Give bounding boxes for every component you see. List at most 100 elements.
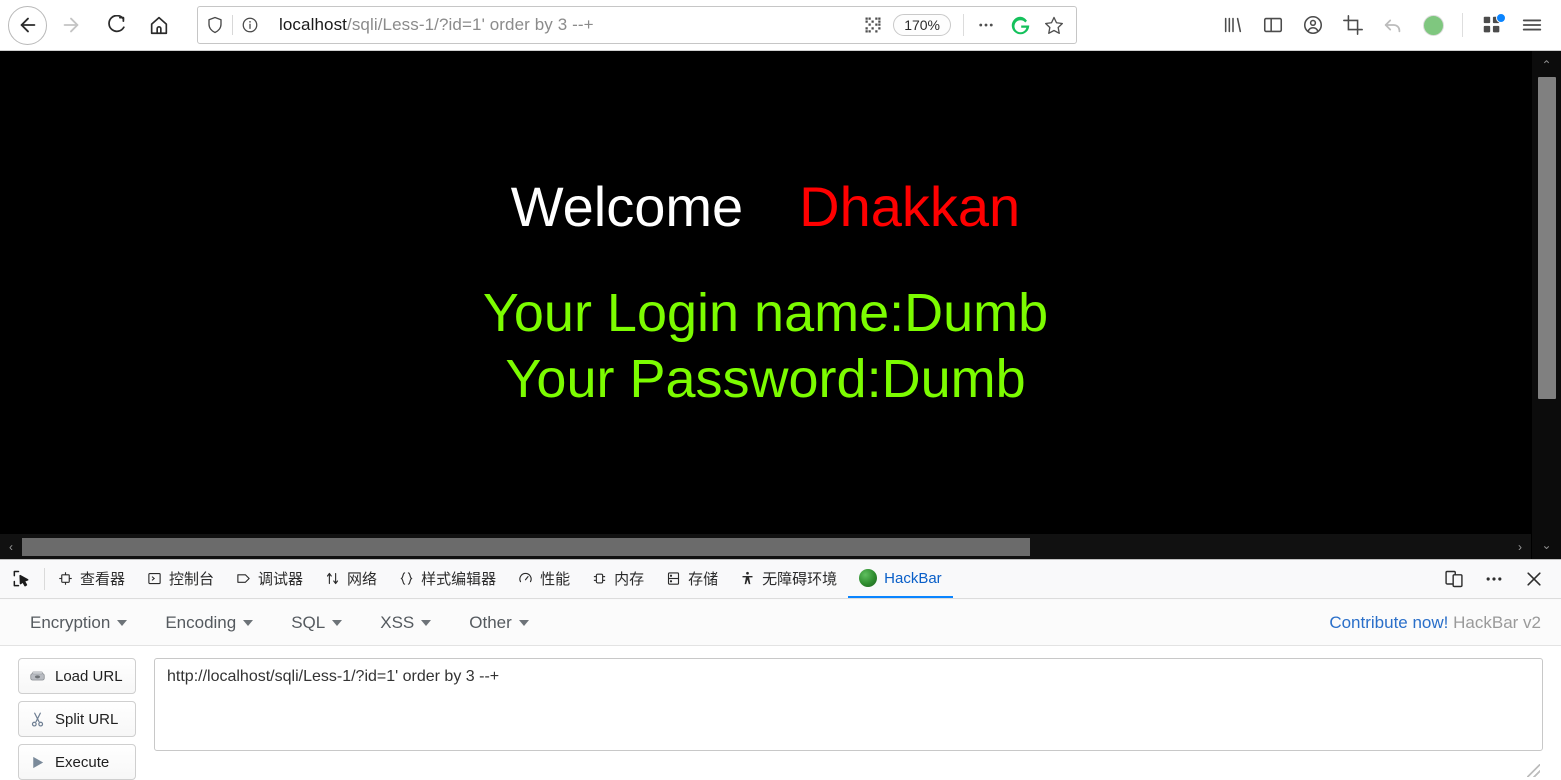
screenshot-crop-icon[interactable] xyxy=(1334,6,1372,44)
tab-network[interactable]: 网络 xyxy=(314,560,388,598)
tab-label: 样式编辑器 xyxy=(421,570,497,588)
hackbar-url-area: http://localhost/sqli/Less-1/?id=1' orde… xyxy=(154,658,1543,780)
shield-icon[interactable] xyxy=(198,16,232,34)
network-icon xyxy=(325,571,340,586)
console-icon xyxy=(147,571,162,586)
url-textarea[interactable]: http://localhost/sqli/Less-1/?id=1' orde… xyxy=(154,658,1543,751)
tab-label: 网络 xyxy=(347,570,378,588)
menu-label: Other xyxy=(469,612,512,632)
tab-storage[interactable]: 存储 xyxy=(655,560,729,598)
performance-icon xyxy=(518,571,533,586)
element-picker-icon[interactable] xyxy=(0,560,42,598)
debugger-icon xyxy=(236,571,251,586)
tab-hackbar[interactable]: HackBar xyxy=(848,560,953,598)
library-icon[interactable] xyxy=(1214,6,1252,44)
tab-accessibility[interactable]: 无障碍环境 xyxy=(729,560,848,598)
menu-xss[interactable]: XSS xyxy=(368,609,443,637)
url-bar[interactable]: localhost/sqli/Less-1/?id=1' order by 3 … xyxy=(197,6,1077,44)
undo-icon[interactable] xyxy=(1374,6,1412,44)
devtools-panel: 查看器 控制台 调试器 网络 样式编辑器 性能 内存 存储 无障碍环境 Hack… xyxy=(0,559,1561,780)
menu-sql[interactable]: SQL xyxy=(279,609,354,637)
menu-encoding[interactable]: Encoding xyxy=(153,609,265,637)
tab-console[interactable]: 控制台 xyxy=(136,560,225,598)
vertical-scroll-thumb[interactable] xyxy=(1538,77,1556,399)
url-path: /sqli/Less-1/?id=1' order by 3 --+ xyxy=(347,15,594,34)
tab-label: 查看器 xyxy=(80,570,126,588)
execute-button[interactable]: Execute xyxy=(18,744,136,780)
scroll-left-arrow-icon[interactable]: ‹ xyxy=(0,540,22,554)
tab-label: 存储 xyxy=(688,570,719,588)
devtools-tab-divider xyxy=(44,568,45,590)
sidebar-icon[interactable] xyxy=(1254,6,1292,44)
hackbar-action-buttons: Load URL Split URL Execute xyxy=(18,658,136,780)
page-actions-icon[interactable] xyxy=(970,9,1002,41)
url-host: localhost xyxy=(279,15,347,34)
devtools-more-icon[interactable] xyxy=(1477,562,1511,596)
accessibility-icon xyxy=(740,571,755,586)
info-icon[interactable] xyxy=(233,16,267,34)
reload-button[interactable] xyxy=(95,5,135,45)
hackbar-icon xyxy=(859,569,878,587)
menu-other[interactable]: Other xyxy=(457,609,541,637)
menu-label: Encryption xyxy=(30,612,111,632)
hackbar-version-area: Contribute now! HackBar v2 xyxy=(1329,613,1561,633)
toolbar-divider xyxy=(1462,13,1463,37)
tab-label: 无障碍环境 xyxy=(762,570,838,588)
textarea-resize-grip[interactable] xyxy=(1527,764,1540,777)
forward-button[interactable] xyxy=(51,5,91,45)
tab-label: 控制台 xyxy=(169,570,215,588)
style-editor-icon xyxy=(399,571,414,586)
tab-debugger[interactable]: 调试器 xyxy=(225,560,314,598)
app-menu-icon[interactable] xyxy=(1513,6,1551,44)
chevron-down-icon xyxy=(117,619,128,626)
chevron-down-icon xyxy=(518,619,529,626)
extensions-badge xyxy=(1496,13,1506,23)
browser-toolbar: localhost/sqli/Less-1/?id=1' order by 3 … xyxy=(0,0,1561,51)
zoom-level-badge[interactable]: 170% xyxy=(893,14,951,36)
chevron-down-icon xyxy=(243,619,254,626)
load-url-button[interactable]: Load URL xyxy=(18,658,136,694)
button-label: Execute xyxy=(55,753,110,771)
hackbar-body: Load URL Split URL Execute http://localh… xyxy=(0,646,1561,780)
horizontal-scroll-thumb[interactable] xyxy=(22,537,1030,556)
hackbar-panel: Encryption Encoding SQL XSS Other Contri… xyxy=(0,600,1561,780)
contribute-link[interactable]: Contribute now! xyxy=(1329,613,1448,632)
tab-performance[interactable]: 性能 xyxy=(507,560,581,598)
tab-style-editor[interactable]: 样式编辑器 xyxy=(388,560,507,598)
tab-inspector[interactable]: 查看器 xyxy=(47,560,136,598)
chevron-down-icon xyxy=(421,619,432,626)
responsive-design-mode-icon[interactable] xyxy=(1437,562,1471,596)
scroll-up-arrow-icon[interactable]: ⌃ xyxy=(1532,51,1561,79)
tab-memory[interactable]: 内存 xyxy=(581,560,655,598)
scroll-down-arrow-icon[interactable]: ⌄ xyxy=(1532,531,1561,559)
urlbar-actions-divider xyxy=(963,14,964,36)
url-text[interactable]: localhost/sqli/Less-1/?id=1' order by 3 … xyxy=(267,15,857,35)
home-button[interactable] xyxy=(139,5,179,45)
back-button[interactable] xyxy=(8,5,47,45)
horizontal-scroll-track[interactable] xyxy=(22,537,1509,556)
grammarly-icon[interactable] xyxy=(1004,9,1036,41)
horizontal-scrollbar[interactable]: ‹ › xyxy=(0,534,1531,559)
page-content: Welcome Dhakkan Your Login name:Dumb Your… xyxy=(0,51,1531,534)
welcome-name: Dhakkan xyxy=(799,175,1021,238)
execute-icon xyxy=(27,754,47,771)
tab-label: 内存 xyxy=(614,570,645,588)
split-url-button[interactable]: Split URL xyxy=(18,701,136,737)
menu-label: SQL xyxy=(291,612,326,632)
welcome-heading: Welcome Dhakkan xyxy=(511,179,1020,235)
bookmark-star-icon[interactable] xyxy=(1038,9,1070,41)
scroll-right-arrow-icon[interactable]: › xyxy=(1509,540,1531,554)
vertical-scrollbar[interactable]: ⌃ ⌄ xyxy=(1531,51,1561,559)
extensions-icon[interactable] xyxy=(1473,6,1511,44)
chevron-down-icon xyxy=(332,619,343,626)
menu-encryption[interactable]: Encryption xyxy=(18,609,139,637)
navigation-buttons xyxy=(0,5,179,45)
inspector-icon xyxy=(58,571,73,586)
qr-code-icon[interactable] xyxy=(857,9,889,41)
account-icon[interactable] xyxy=(1294,6,1332,44)
tab-label: 调试器 xyxy=(258,570,304,588)
status-indicator-icon[interactable] xyxy=(1414,6,1452,44)
disk-icon xyxy=(27,668,47,685)
devtools-close-icon[interactable] xyxy=(1517,562,1551,596)
page-viewport: Welcome Dhakkan Your Login name:Dumb Your… xyxy=(0,51,1561,559)
